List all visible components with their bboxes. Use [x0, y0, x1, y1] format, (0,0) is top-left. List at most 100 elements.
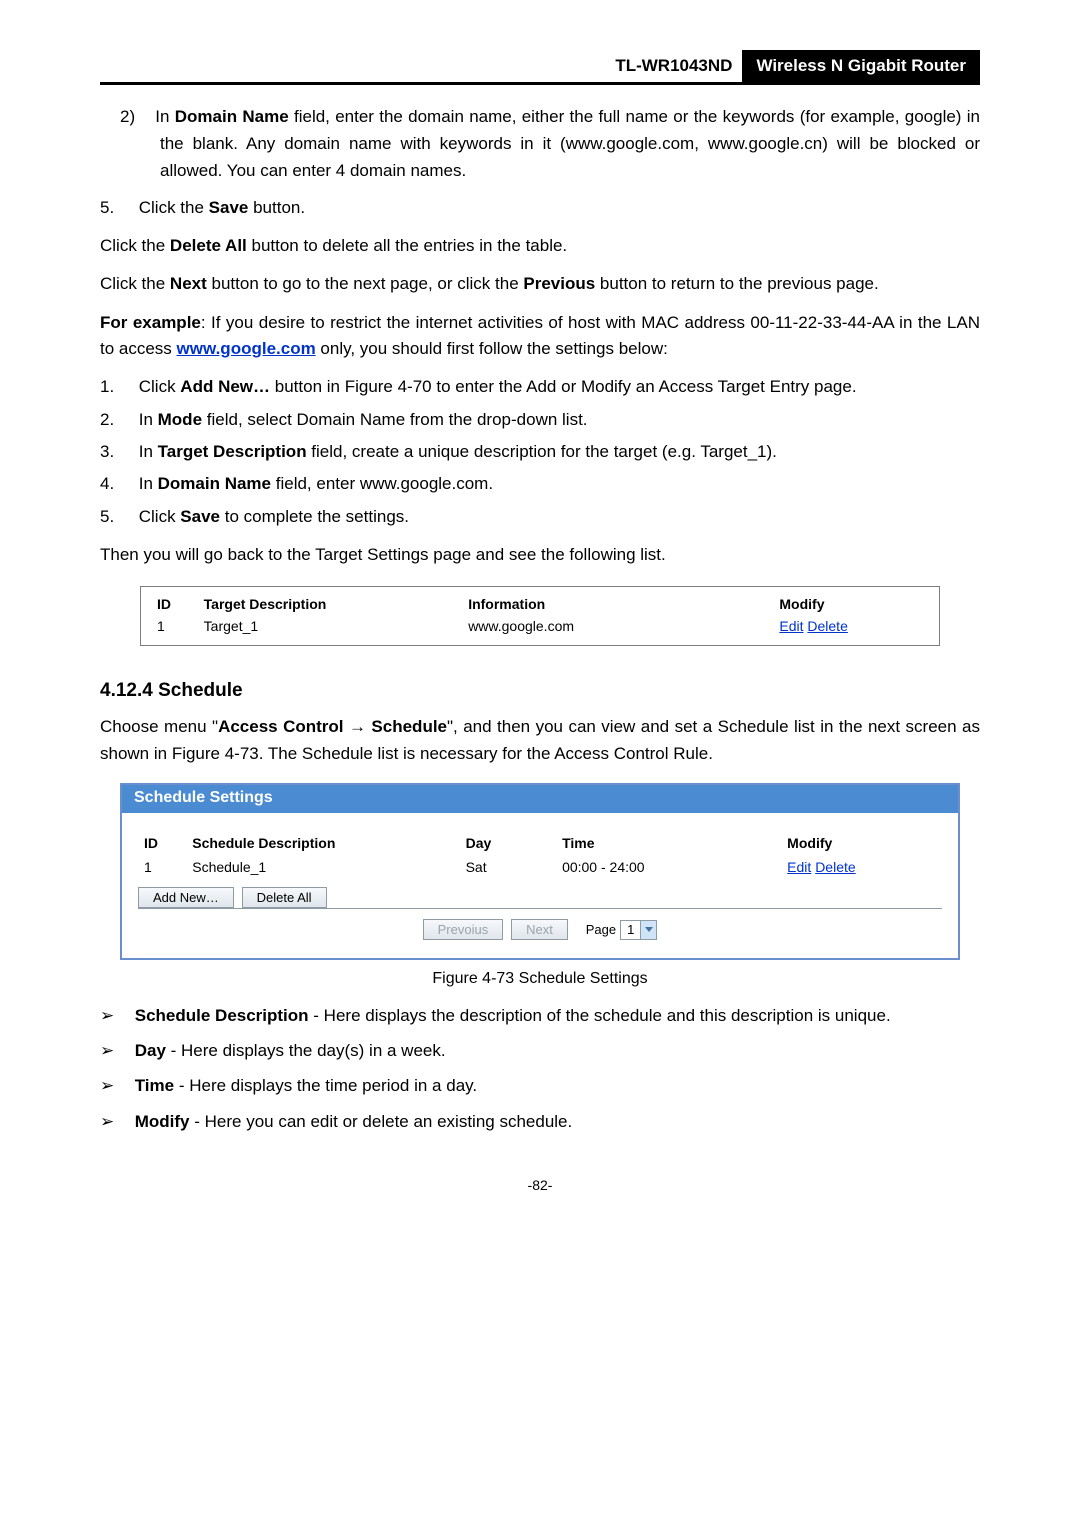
col-desc: Target Description — [198, 593, 463, 615]
menu-2: Schedule — [371, 717, 447, 736]
text: - Here displays the description of the s… — [309, 1006, 891, 1025]
term: Domain Name — [158, 474, 271, 493]
text: to complete the settings. — [220, 507, 409, 526]
text: In — [155, 107, 174, 126]
text: In — [139, 442, 158, 461]
col-mod: Modify — [781, 831, 942, 855]
cell-modify: Edit Delete — [781, 855, 942, 879]
cell-info: www.google.com — [462, 615, 773, 637]
text: In — [139, 410, 158, 429]
edit-link[interactable]: Edit — [779, 618, 803, 634]
example-step-5: 5. Click Save to complete the settings. — [120, 504, 980, 530]
text: button to return to the previous page. — [595, 274, 879, 293]
triangle-bullet-icon: ➢ — [100, 1108, 130, 1135]
term: Time — [135, 1076, 174, 1095]
definition-list: ➢ Schedule Description - Here displays t… — [100, 1002, 980, 1135]
text: Click the — [100, 236, 170, 255]
step-number: 5. — [100, 504, 134, 530]
text: In — [139, 474, 158, 493]
delete-link[interactable]: Delete — [815, 859, 855, 875]
table-row: 1 Target_1 www.google.com Edit Delete — [151, 615, 929, 637]
next-prev-note: Click the Next button to go to the next … — [100, 271, 980, 297]
product-name: Wireless N Gigabit Router — [742, 50, 980, 82]
then-line: Then you will go back to the Target Sett… — [100, 542, 980, 568]
page-dropdown[interactable]: 1 — [620, 920, 657, 940]
step-5: 5. Click the Save button. — [120, 195, 980, 221]
delete-link[interactable]: Delete — [807, 618, 847, 634]
sub-step-list: 2) In Domain Name field, enter the domai… — [100, 103, 980, 185]
text: field, create a unique description for t… — [307, 442, 777, 461]
text: button. — [248, 198, 305, 217]
step-number: 5. — [100, 195, 134, 221]
example-intro: For example: If you desire to restrict t… — [100, 310, 980, 363]
example-step-3: 3. In Target Description field, create a… — [120, 439, 980, 465]
example-step-1: 1. Click Add New… button in Figure 4-70 … — [120, 374, 980, 400]
delete-all-button[interactable]: Delete All — [242, 887, 327, 908]
arrow-icon: → — [344, 717, 372, 736]
col-time: Time — [556, 831, 781, 855]
cell-day: Sat — [460, 855, 556, 879]
cell-id: 1 — [151, 615, 198, 637]
schedule-intro: Choose menu "Access Control → Schedule",… — [100, 714, 980, 767]
term: Day — [135, 1041, 166, 1060]
section-heading: 4.12.4 Schedule — [100, 680, 980, 702]
field-name: Domain Name — [175, 107, 289, 126]
substep-number: 2) — [120, 103, 150, 130]
example-link[interactable]: www.google.com — [177, 339, 316, 358]
col-mod: Modify — [773, 593, 929, 615]
previous-button[interactable]: Prevoius — [423, 919, 504, 940]
triangle-bullet-icon: ➢ — [100, 1037, 130, 1064]
text: Click — [139, 377, 181, 396]
text: Click the — [139, 198, 209, 217]
main-step-list: 5. Click the Save button. — [100, 195, 980, 221]
cell-desc: Target_1 — [198, 615, 463, 637]
schedule-settings-panel: Schedule Settings ID Schedule Descriptio… — [120, 783, 960, 960]
step-number: 4. — [100, 471, 134, 497]
page-number: -82- — [100, 1177, 980, 1193]
table-row: 1 Schedule_1 Sat 00:00 - 24:00 Edit Dele… — [138, 855, 942, 879]
text: Click — [139, 507, 181, 526]
button-name: Next — [170, 274, 207, 293]
panel-footer: Prevoius Next Page 1 — [138, 908, 942, 948]
cell-modify: Edit Delete — [773, 615, 929, 637]
example-lead: For example — [100, 313, 201, 332]
page-header: TL-WR1043ND Wireless N Gigabit Router — [100, 50, 980, 85]
col-desc: Schedule Description — [186, 831, 459, 855]
step-number: 2. — [100, 407, 134, 433]
term: Add New… — [180, 377, 270, 396]
text: - Here displays the time period in a day… — [174, 1076, 477, 1095]
text: Click the — [100, 274, 170, 293]
col-day: Day — [460, 831, 556, 855]
text: field, select Domain Name from the drop-… — [202, 410, 588, 429]
figure-caption: Figure 4-73 Schedule Settings — [100, 970, 980, 988]
menu-1: Access Control — [218, 717, 343, 736]
col-info: Information — [462, 593, 773, 615]
col-id: ID — [151, 593, 198, 615]
page-label: Page — [586, 922, 616, 937]
page-selector: Page 1 — [586, 920, 658, 940]
table-header-row: ID Schedule Description Day Time Modify — [138, 831, 942, 855]
panel-title: Schedule Settings — [122, 785, 958, 813]
cell-desc: Schedule_1 — [186, 855, 459, 879]
target-list-table: ID Target Description Information Modify… — [140, 586, 940, 646]
delete-all-note: Click the Delete All button to delete al… — [100, 233, 980, 259]
cell-time: 00:00 - 24:00 — [556, 855, 781, 879]
add-new-button[interactable]: Add New… — [138, 887, 234, 908]
next-button[interactable]: Next — [511, 919, 568, 940]
example-step-2: 2. In Mode field, select Domain Name fro… — [120, 407, 980, 433]
list-item: ➢ Time - Here displays the time period i… — [140, 1072, 980, 1099]
step-number: 1. — [100, 374, 134, 400]
button-name: Delete All — [170, 236, 247, 255]
triangle-bullet-icon: ➢ — [100, 1072, 130, 1099]
cell-id: 1 — [138, 855, 186, 879]
sub-step-2: 2) In Domain Name field, enter the domai… — [160, 103, 980, 185]
edit-link[interactable]: Edit — [787, 859, 811, 875]
text: button to go to the next page, or click … — [207, 274, 524, 293]
text: - Here you can edit or delete an existin… — [190, 1112, 573, 1131]
table-header-row: ID Target Description Information Modify — [151, 593, 929, 615]
list-item: ➢ Schedule Description - Here displays t… — [140, 1002, 980, 1029]
text: button in Figure 4-70 to enter the Add o… — [270, 377, 857, 396]
term: Mode — [158, 410, 202, 429]
button-name: Save — [209, 198, 249, 217]
step-number: 3. — [100, 439, 134, 465]
